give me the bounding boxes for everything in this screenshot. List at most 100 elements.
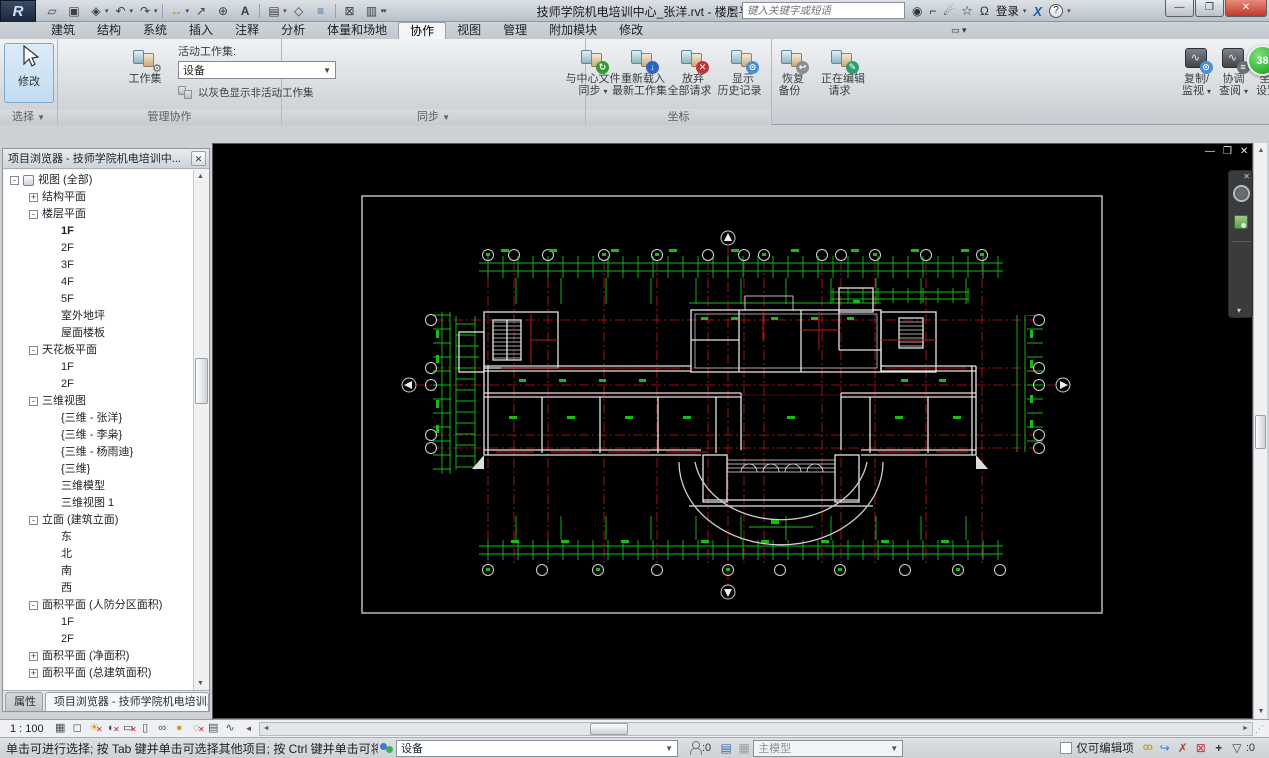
- tree-scrollbar[interactable]: ▲ ▼: [193, 170, 208, 691]
- view-close-icon[interactable]: ✕: [1240, 146, 1248, 158]
- canvas-vertical-scrollbar[interactable]: ▲ ▼: [1253, 143, 1267, 719]
- modify-button[interactable]: 修改: [4, 43, 54, 103]
- viewbar-collapse-arrow[interactable]: ◄: [239, 724, 259, 733]
- analytical-model-icon[interactable]: ∿: [222, 721, 239, 736]
- tree-item[interactable]: 南: [4, 563, 195, 580]
- tree-toggle[interactable]: -: [29, 397, 38, 406]
- exchange-apps-icon[interactable]: X: [1033, 4, 1042, 19]
- tree-item[interactable]: 1F: [4, 223, 195, 240]
- signin-label[interactable]: 登录: [996, 3, 1019, 19]
- press-drag-icon[interactable]: +: [1210, 740, 1228, 756]
- ribbon-tab[interactable]: 建筑: [40, 22, 86, 39]
- undo-dropdown-arrow[interactable]: ▾: [130, 7, 134, 15]
- save-icon[interactable]: ▣: [64, 2, 84, 20]
- scroll-down-arrow[interactable]: ▼: [1254, 704, 1268, 719]
- redo-dropdown-arrow[interactable]: ▾: [154, 7, 158, 15]
- tree-item[interactable]: + 面积平面 (总建筑面积): [4, 665, 195, 682]
- tree-item[interactable]: {三维 - 杨雨迪}: [4, 444, 195, 461]
- filter-icon[interactable]: ▽: [1228, 740, 1246, 756]
- view-restore-icon[interactable]: ❐: [1223, 146, 1232, 158]
- thin-lines-icon[interactable]: ≡: [311, 2, 331, 20]
- switch-windows-icon[interactable]: ▥: [362, 2, 382, 20]
- ribbon-tab[interactable]: 修改: [608, 22, 654, 39]
- tree-item[interactable]: {三维 - 张洋}: [4, 410, 195, 427]
- ribbon-tab[interactable]: 附加模块: [538, 22, 608, 39]
- tree-item[interactable]: 三维视图 1: [4, 495, 195, 512]
- tree-item[interactable]: 2F: [4, 240, 195, 257]
- vertical-scrollbar-thumb[interactable]: [1255, 415, 1266, 449]
- tree-toggle[interactable]: -: [29, 601, 38, 610]
- workset-selector[interactable]: 设备 ▼: [396, 739, 678, 757]
- tag-icon[interactable]: ⊕: [213, 2, 233, 20]
- minimize-button[interactable]: —: [1165, 0, 1194, 17]
- revit-logo-button[interactable]: R: [0, 0, 36, 24]
- tree-item[interactable]: 2F: [4, 631, 195, 648]
- tree-toggle[interactable]: -: [29, 516, 38, 525]
- tree-item[interactable]: - 楼层平面: [4, 206, 195, 223]
- temporary-hide-isolate-icon[interactable]: ∞: [154, 721, 171, 736]
- close-button[interactable]: ✕: [1225, 0, 1267, 17]
- design-option-selector[interactable]: 主模型 ▼: [753, 739, 904, 757]
- tree-item[interactable]: 2F: [4, 376, 195, 393]
- restore-button[interactable]: ❐: [1195, 0, 1224, 17]
- tree-item[interactable]: 西: [4, 580, 195, 597]
- visual-style-icon[interactable]: ◻: [69, 721, 86, 736]
- select-previous-icon[interactable]: ↪: [1156, 740, 1174, 756]
- canvas-horizontal-scrollbar[interactable]: ◄ ►: [258, 721, 1253, 736]
- tree-item[interactable]: 3F: [4, 257, 195, 274]
- ribbon-tab[interactable]: 分析: [270, 22, 316, 39]
- ribbon-tab[interactable]: 插入: [178, 22, 224, 39]
- design-options-icon[interactable]: ▤: [717, 740, 735, 756]
- exclude-options-icon[interactable]: ⊠: [1192, 740, 1210, 756]
- section-icon[interactable]: ◇: [289, 2, 309, 20]
- tree-item[interactable]: 三维模型: [4, 478, 195, 495]
- open-icon[interactable]: ▱: [42, 2, 62, 20]
- measure-icon[interactable]: ↔: [167, 2, 187, 20]
- scroll-left-arrow[interactable]: ◄: [260, 723, 273, 735]
- navigation-bar[interactable]: ✕ ▾: [1228, 170, 1253, 318]
- favorites-star-icon[interactable]: ☆: [961, 2, 973, 20]
- tree-item[interactable]: 北: [4, 546, 195, 563]
- tree-item[interactable]: {三维}: [4, 461, 195, 478]
- tree-item[interactable]: 4F: [4, 274, 195, 291]
- scroll-up-arrow[interactable]: ▲: [194, 170, 207, 184]
- unpin-permitted-icon[interactable]: ✗: [1174, 740, 1192, 756]
- search-input[interactable]: [742, 2, 905, 19]
- shadows-icon[interactable]: ◐ ✕: [103, 721, 120, 736]
- tree-item[interactable]: - 三维视图: [4, 393, 195, 410]
- help-dropdown-arrow[interactable]: ▾: [1067, 7, 1071, 15]
- ribbon-tab[interactable]: 注释: [224, 22, 270, 39]
- tree-item[interactable]: {三维 - 李枭}: [4, 427, 195, 444]
- subscription-key-icon[interactable]: ⌐: [929, 2, 936, 20]
- help-icon[interactable]: ?: [1049, 4, 1064, 18]
- worksharing-display-icon[interactable]: ◌ ✕: [188, 721, 205, 736]
- ribbon-big-button[interactable]: ∿ ⊙ 复制/监视 ▾: [1178, 43, 1215, 97]
- synchronize-panel-label[interactable]: 同步 ▼: [282, 109, 585, 125]
- tree-toggle[interactable]: -: [10, 176, 19, 185]
- ribbon-tab[interactable]: 管理: [492, 22, 538, 39]
- panel-tab[interactable]: 属性: [5, 692, 43, 711]
- scroll-right-arrow[interactable]: ►: [1239, 723, 1252, 735]
- search-collapse-arrow[interactable]: ▸: [730, 4, 735, 15]
- sync-with-central-icon[interactable]: ◈: [86, 2, 106, 20]
- show-crop-region-icon[interactable]: ▯: [137, 721, 154, 736]
- redo-icon[interactable]: ↷: [135, 2, 155, 20]
- text-icon[interactable]: A: [235, 2, 255, 20]
- aligned-dimension-icon[interactable]: ↗: [191, 2, 211, 20]
- communication-center-icon[interactable]: ☄: [944, 2, 955, 20]
- detail-level-icon[interactable]: ▦: [52, 721, 69, 736]
- editing-requests-icon[interactable]: [688, 740, 702, 756]
- ribbon-display-toggle[interactable]: ▭ ▾: [945, 22, 973, 39]
- project-browser-title[interactable]: 项目浏览器 - 技师学院机电培训中...: [3, 149, 209, 169]
- ribbon-tab[interactable]: 体量和场地: [316, 22, 398, 39]
- tree-item[interactable]: 1F: [4, 359, 195, 376]
- tree-item[interactable]: 屋面楼板: [4, 325, 195, 342]
- close-hidden-windows-icon[interactable]: ⊠: [340, 2, 360, 20]
- ribbon-tab[interactable]: 结构: [86, 22, 132, 39]
- worksets-button[interactable]: ⚙ 工作集: [120, 43, 170, 86]
- temporary-view-properties-icon[interactable]: ▤: [205, 721, 222, 736]
- tree-item[interactable]: + 面积平面 (净面积): [4, 648, 195, 665]
- signin-dropdown-arrow[interactable]: ▾: [1023, 7, 1027, 15]
- steering-wheel-icon[interactable]: [1233, 185, 1250, 202]
- scroll-up-arrow[interactable]: ▲: [1254, 143, 1268, 158]
